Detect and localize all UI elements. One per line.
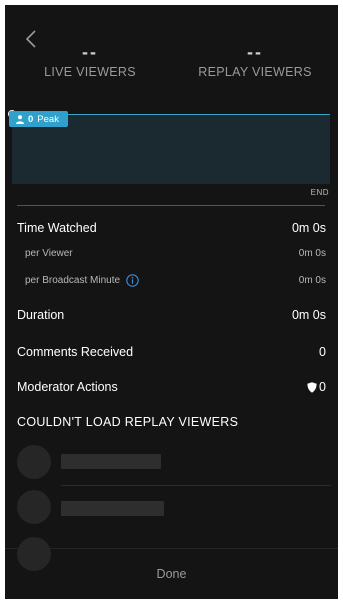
per-viewer-row: per Viewer 0m 0s bbox=[17, 248, 326, 259]
duration-row: Duration 0m 0s bbox=[17, 308, 326, 322]
moderator-actions-row: Moderator Actions 0 bbox=[17, 380, 326, 394]
placeholder-name-bar bbox=[61, 501, 164, 516]
moderator-actions-value-wrap: 0 bbox=[307, 380, 326, 394]
per-broadcast-minute-label: per Broadcast Minute bbox=[25, 275, 121, 286]
replay-viewers-label: REPLAY VIEWERS bbox=[198, 65, 312, 79]
duration-value: 0m 0s bbox=[291, 308, 326, 322]
time-watched-value: 0m 0s bbox=[291, 221, 326, 235]
moderator-actions-label: Moderator Actions bbox=[17, 380, 118, 394]
peak-label: Peak bbox=[37, 113, 59, 125]
placeholder-name-bar bbox=[61, 454, 161, 469]
comments-received-value: 0 bbox=[319, 345, 326, 359]
replay-viewers-stat: -- REPLAY VIEWERS bbox=[185, 42, 325, 79]
placeholder-avatar bbox=[17, 445, 51, 479]
peak-count: 0 bbox=[28, 113, 34, 125]
time-watched-row: Time Watched 0m 0s bbox=[17, 221, 326, 235]
per-viewer-value: 0m 0s bbox=[298, 248, 326, 259]
person-icon bbox=[16, 114, 24, 124]
footer-divider bbox=[5, 548, 338, 549]
comments-received-row: Comments Received 0 bbox=[17, 345, 326, 359]
replay-viewers-value: -- bbox=[247, 42, 263, 62]
comments-received-label: Comments Received bbox=[17, 345, 134, 359]
live-viewers-value: -- bbox=[82, 42, 98, 62]
per-broadcast-minute-value: 0m 0s bbox=[298, 275, 326, 286]
done-button[interactable]: Done bbox=[5, 561, 338, 587]
info-icon[interactable] bbox=[126, 274, 139, 287]
duration-label: Duration bbox=[17, 308, 65, 322]
shield-icon bbox=[307, 381, 317, 393]
per-broadcast-minute-label-wrap: per Broadcast Minute bbox=[17, 274, 139, 287]
live-viewers-label: LIVE VIEWERS bbox=[44, 65, 136, 79]
time-watched-label: Time Watched bbox=[17, 221, 97, 235]
peak-badge: 0 Peak bbox=[9, 111, 68, 127]
per-viewer-label: per Viewer bbox=[25, 248, 73, 259]
placeholder-avatar bbox=[17, 490, 51, 524]
divider bbox=[17, 205, 325, 206]
moderator-actions-value: 0 bbox=[319, 380, 326, 394]
replay-viewers-error-title: COULDN'T LOAD REPLAY VIEWERS bbox=[17, 415, 239, 429]
live-viewers-stat: -- LIVE VIEWERS bbox=[35, 42, 145, 79]
placeholder-divider bbox=[61, 485, 331, 486]
chart-end-label: END bbox=[310, 188, 329, 197]
per-broadcast-minute-row: per Broadcast Minute 0m 0s bbox=[17, 274, 326, 287]
stats-screen: -- LIVE VIEWERS -- REPLAY VIEWERS 0 Peak… bbox=[5, 5, 338, 599]
